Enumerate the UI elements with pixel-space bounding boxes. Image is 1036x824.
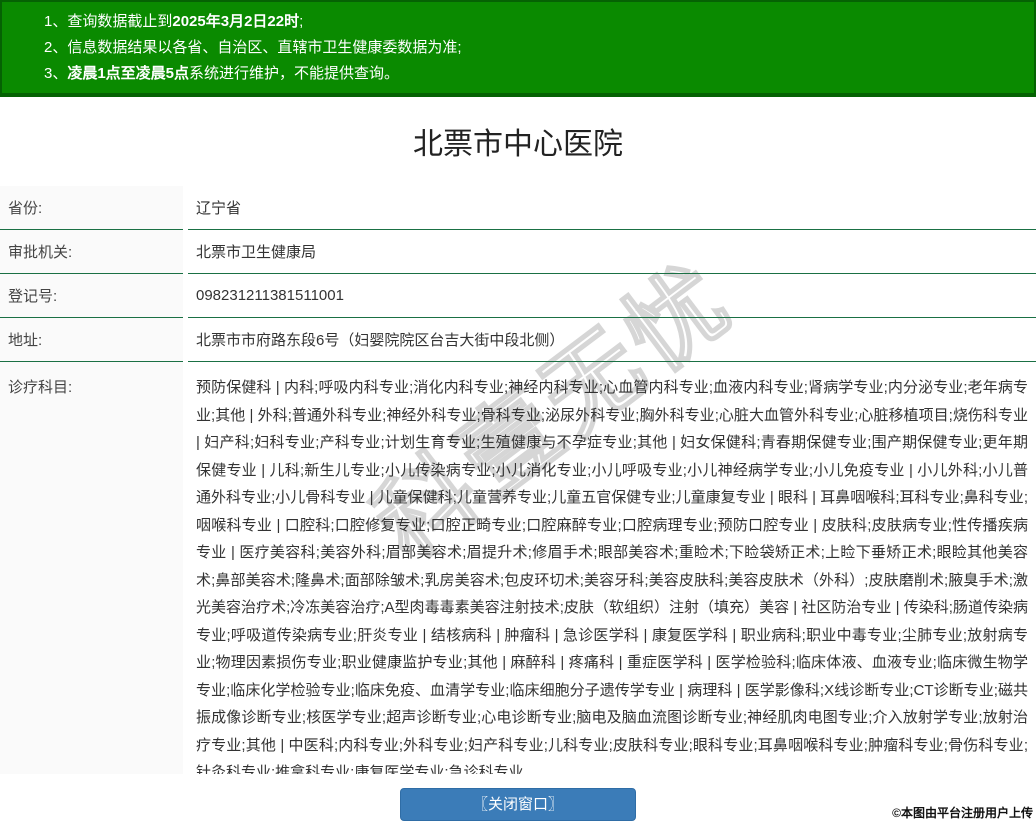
footer-upload-watermark: ©本图由平台注册用户上传 (892, 806, 1033, 820)
notice-text: 查询数据截止到 (67, 13, 173, 30)
row-value: 辽宁省 (188, 186, 1036, 230)
notice-text: ; (299, 13, 304, 30)
main-content: 北票市中心医院 省份: 辽宁省 审批机关: 北票市卫生健康局 登记号: 0982… (0, 123, 1036, 821)
row-label: 省份: (0, 186, 183, 230)
notice-line-1: 1、查询数据截止到2025年3月2日22时; (44, 9, 1024, 35)
notice-text: 系统进行维护，不能提供查询。 (189, 65, 400, 82)
row-label: 诊疗科目: (0, 362, 183, 774)
page-title: 北票市中心医院 (413, 128, 623, 161)
notice-line-3: 3、凌晨1点至凌晨5点系统进行维护，不能提供查询。 (44, 61, 1024, 87)
hospital-query-result-page: 科壹无忧 1、查询数据截止到2025年3月2日22时; 2、信息数据结果以各省、… (0, 0, 1036, 824)
notice-number: 2、 (44, 39, 68, 56)
notice-bold-text: 凌晨1点至凌晨5点 (67, 65, 190, 82)
table-row-province: 省份: 辽宁省 (0, 186, 1036, 230)
table-row-registration-number: 登记号: 098231211381511001 (0, 274, 1036, 318)
button-area: 〖关闭窗口〗 (0, 788, 1036, 821)
notice-number: 1、 (44, 13, 68, 30)
notice-bold-text: 2025年3月2日22时 (172, 13, 300, 30)
row-label: 地址: (0, 318, 183, 362)
close-window-button[interactable]: 〖关闭窗口〗 (399, 788, 636, 821)
notice-text: 信息数据结果以各省、自治区、直辖市卫生健康委数据为准; (67, 39, 462, 56)
table-row-medical-subjects: 诊疗科目: 预防保健科 | 内科;呼吸内科专业;消化内科专业;神经内科专业;心血… (0, 362, 1036, 774)
table-row-approval-authority: 审批机关: 北票市卫生健康局 (0, 230, 1036, 274)
row-value: 北票市卫生健康局 (188, 230, 1036, 274)
notice-line-2: 2、信息数据结果以各省、自治区、直辖市卫生健康委数据为准; (44, 35, 1024, 61)
row-label: 登记号: (0, 274, 183, 318)
row-value: 098231211381511001 (188, 274, 1036, 318)
notice-number: 3、 (44, 65, 68, 82)
row-value: 北票市市府路东段6号（妇婴院院区台吉大街中段北侧） (188, 318, 1036, 362)
notice-banner: 1、查询数据截止到2025年3月2日22时; 2、信息数据结果以各省、自治区、直… (0, 0, 1036, 97)
row-label: 审批机关: (0, 230, 183, 274)
hospital-info-table: 省份: 辽宁省 审批机关: 北票市卫生健康局 登记号: 098231211381… (0, 186, 1036, 774)
table-row-address: 地址: 北票市市府路东段6号（妇婴院院区台吉大街中段北侧） (0, 318, 1036, 362)
row-value: 预防保健科 | 内科;呼吸内科专业;消化内科专业;神经内科专业;心血管内科专业;… (196, 379, 1028, 774)
